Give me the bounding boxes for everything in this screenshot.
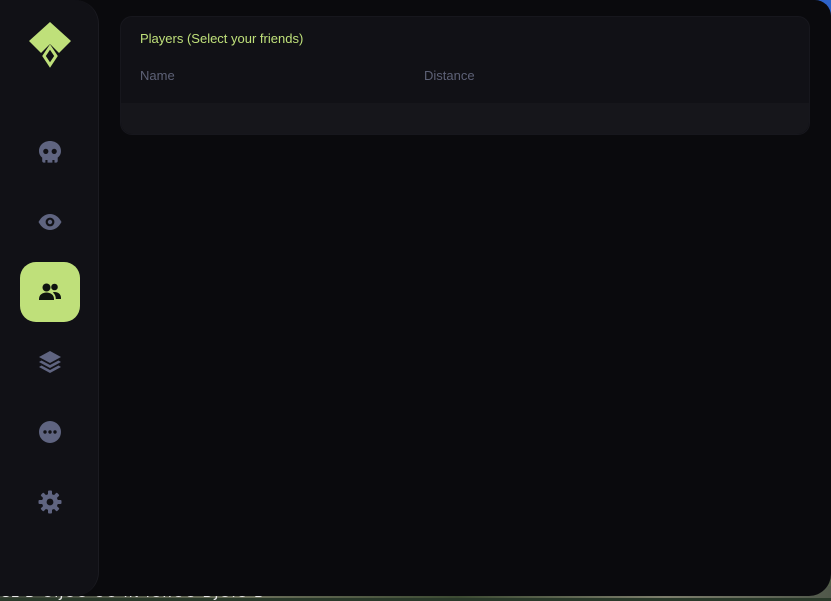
skull-icon	[39, 141, 61, 163]
players-list-empty-area	[121, 103, 809, 134]
eye-icon	[38, 214, 62, 230]
users-icon	[39, 283, 61, 300]
sidebar-item-settings[interactable]	[20, 472, 80, 532]
sidebar-item-skull[interactable]	[20, 122, 80, 182]
column-header-distance[interactable]: Distance	[424, 68, 475, 83]
sidebar-item-more[interactable]	[20, 402, 80, 462]
sidebar-item-players[interactable]	[20, 262, 80, 322]
sidebar	[0, 0, 99, 596]
gear-icon	[38, 490, 62, 514]
logo-icon	[29, 22, 71, 68]
column-header-name[interactable]: Name	[140, 68, 175, 83]
more-icon	[39, 421, 61, 443]
app-window: Players (Select your friends) Name Dista…	[0, 0, 831, 596]
sidebar-item-eye[interactable]	[20, 192, 80, 252]
players-panel: Players (Select your friends) Name Dista…	[120, 16, 810, 135]
sidebar-item-layers[interactable]	[20, 332, 80, 392]
layers-icon	[39, 351, 61, 373]
players-panel-title: Players (Select your friends)	[140, 31, 304, 46]
